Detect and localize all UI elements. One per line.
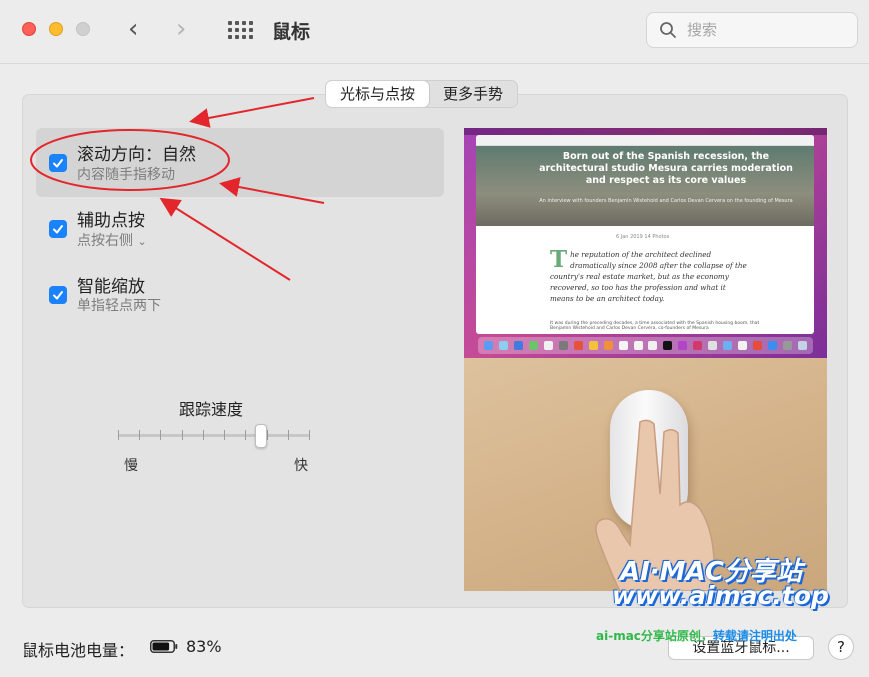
secondary-click-checkbox[interactable] <box>49 220 67 238</box>
slider-tick <box>160 430 161 440</box>
slider-tick <box>203 430 204 440</box>
search-field[interactable] <box>646 12 858 48</box>
scroll-direction-checkbox[interactable] <box>49 154 67 172</box>
slider-tick <box>245 430 246 440</box>
watermark-notice-part1: ai-mac分享站原创， <box>596 629 713 643</box>
option-secondary-click[interactable]: 辅助点按 点按右侧 ⌄ <box>36 197 444 266</box>
tab-point-and-click[interactable]: 光标与点按 <box>326 81 430 107</box>
battery-icon <box>150 640 178 653</box>
tab-more-gestures[interactable]: 更多手势 <box>429 81 517 107</box>
option-subtitle: 内容随手指移动 <box>77 167 175 183</box>
checkmark-icon <box>53 225 63 234</box>
slider-max-label: 快 <box>294 458 308 474</box>
browser-toolbar <box>476 135 814 146</box>
forward-chevron-icon[interactable]: › <box>176 15 186 43</box>
checkmark-icon <box>53 159 63 168</box>
show-all-grid-icon[interactable] <box>228 21 253 41</box>
option-smart-zoom[interactable]: 智能缩放 单指轻点两下 <box>36 264 444 333</box>
dock <box>478 337 813 354</box>
watermark-notice: ai-mac分享站原创，转载请注明出处 <box>596 627 797 644</box>
slider-tick <box>139 430 140 440</box>
slider-tick <box>118 430 119 440</box>
search-icon <box>660 22 676 38</box>
gesture-preview: Born out of the Spanish recession, the a… <box>464 128 827 591</box>
minimize-window-button[interactable] <box>49 22 63 36</box>
checkmark-icon <box>53 291 63 300</box>
slider-track <box>118 434 310 437</box>
slider-tick <box>182 430 183 440</box>
slider-tick <box>309 430 310 440</box>
article-hero-image: Born out of the Spanish recession, the a… <box>476 146 814 226</box>
window-title: 鼠标 <box>272 21 311 43</box>
menu-bar <box>464 128 827 135</box>
article-subheadline: An interview with founders Benjamín Wist… <box>539 198 793 204</box>
chevron-down-icon: ⌄ <box>137 235 147 248</box>
option-subtitle: 点按右侧 <box>77 233 133 249</box>
article-dropcap: T <box>550 246 568 273</box>
zoom-window-button[interactable] <box>76 22 90 36</box>
article-footnote: It was during the preceding decades, a t… <box>550 321 760 331</box>
battery-fill <box>152 642 170 651</box>
slider-knob[interactable] <box>255 424 267 448</box>
battery-percent: 83% <box>186 637 222 656</box>
segmented-tabs: 光标与点按 更多手势 <box>325 80 519 108</box>
article-body: The reputation of the architect declined… <box>550 246 750 304</box>
search-input[interactable] <box>687 19 847 41</box>
watermark-url: www.aimac.top <box>612 581 829 610</box>
article-text: he reputation of the architect declined … <box>550 250 747 303</box>
option-title: 智能缩放 <box>77 277 145 297</box>
slider-min-label: 慢 <box>124 458 138 474</box>
option-scroll-direction[interactable]: 滚动方向：自然 内容随手指移动 <box>36 128 444 197</box>
desktop-wallpaper: Born out of the Spanish recession, the a… <box>464 128 827 358</box>
option-subtitle: 单指轻点两下 <box>77 298 161 314</box>
tracking-speed-slider[interactable] <box>118 424 310 452</box>
article-meta: 6 Jan 2019 14 Photos <box>616 234 670 240</box>
option-title: 辅助点按 <box>77 211 145 231</box>
battery-label: 鼠标电池电量： <box>22 641 135 660</box>
smart-zoom-checkbox[interactable] <box>49 286 67 304</box>
watermark-notice-part2: 转载请注明出处 <box>712 629 797 643</box>
slider-tick <box>224 430 225 440</box>
tracking-speed-label: 跟踪速度 <box>179 400 244 419</box>
secondary-click-dropdown[interactable]: 点按右侧 ⌄ <box>77 230 147 250</box>
back-chevron-icon[interactable]: ‹ <box>128 15 138 43</box>
close-window-button[interactable] <box>22 22 36 36</box>
option-title: 滚动方向：自然 <box>77 145 196 165</box>
article-headline: Born out of the Spanish recession, the a… <box>539 151 793 186</box>
help-button[interactable]: ? <box>828 634 854 660</box>
slider-tick <box>288 430 289 440</box>
browser-window: Born out of the Spanish recession, the a… <box>476 135 814 334</box>
title-bar: ‹ › 鼠标 <box>0 0 869 64</box>
slider-tick <box>267 430 268 440</box>
